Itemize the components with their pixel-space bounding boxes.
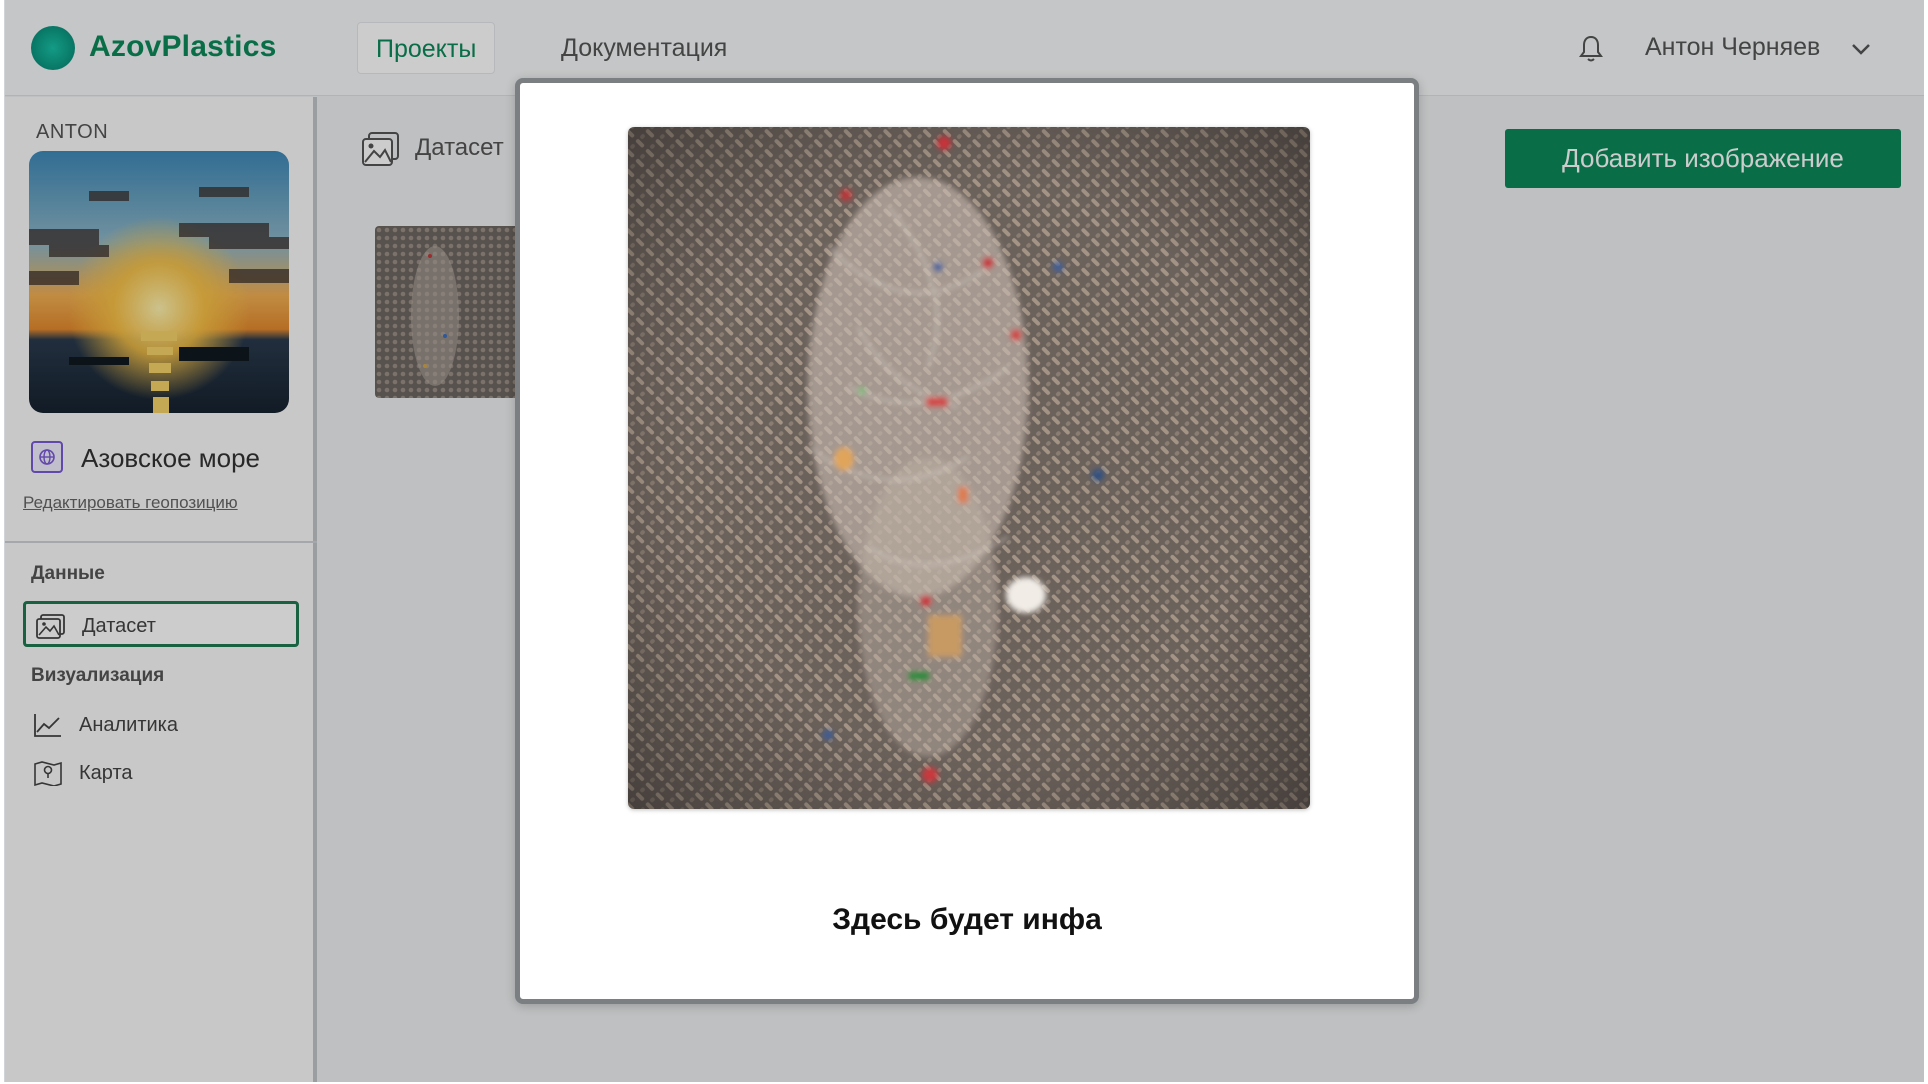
- app-window: AzovPlastics Проекты Документация Антон …: [4, 0, 1924, 1082]
- image-preview-modal: Здесь будет инфа: [515, 78, 1419, 1004]
- modal-caption: Здесь будет инфа: [832, 903, 1102, 936]
- preview-image: [628, 127, 1310, 809]
